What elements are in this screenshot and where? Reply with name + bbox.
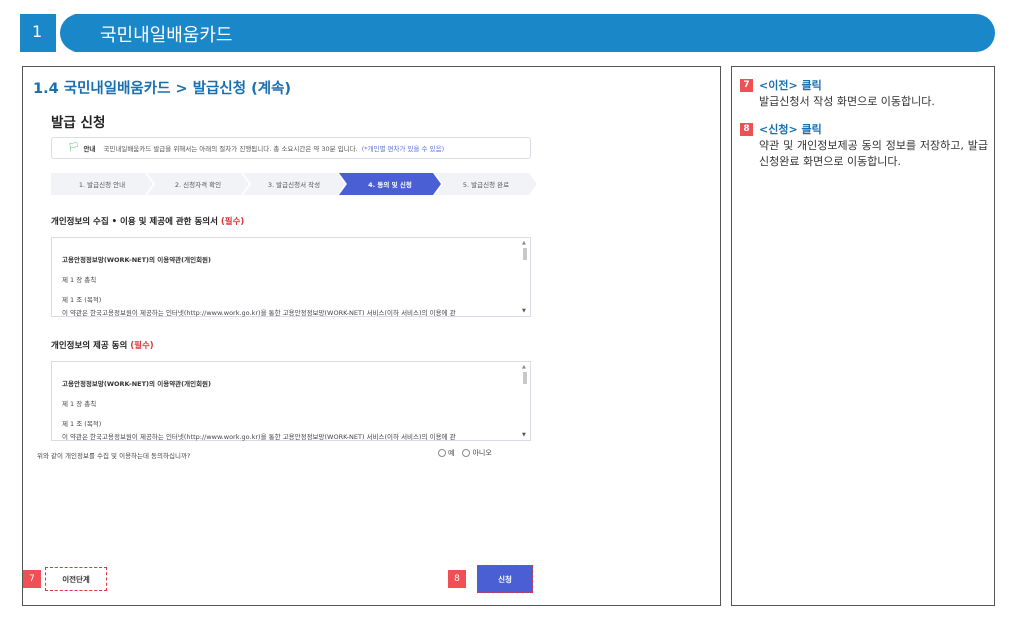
terms-box-1[interactable]: 고용안정정보망(WORK-NET)의 이용약관(개인회원) 제 1 장 총칙 제… (51, 237, 531, 317)
terms-line: 이 약관은 한국고용정보원이 제공하는 인터넷(http://www.work.… (62, 309, 456, 317)
chapter-title: 국민내일배움카드 (100, 25, 233, 46)
radio-circle[interactable] (438, 449, 446, 457)
agree-yes-radio[interactable]: 예 (438, 448, 454, 458)
radio-circle[interactable] (462, 449, 471, 457)
terms-title: 고용안정정보망(WORK-NET)의 이용약관(개인회원) (62, 380, 212, 388)
consent1-heading-text: 개인정보의 수집 • 이용 및 제공에 관한 동의서 (51, 217, 218, 227)
step-progress: 1. 발급신청 안내 2. 신청자격 확인 3. 발급신청서 작성 4. 동의 … (51, 173, 531, 195)
terms-line: 제 1 조 (목적) (62, 420, 102, 428)
chapter-tab: 1 (20, 14, 90, 52)
required-badge: (필수) (220, 217, 245, 227)
submit-button[interactable]: 신청 (477, 565, 533, 593)
scroll-down-icon[interactable]: ▼ (522, 432, 526, 438)
step-4: 4. 동의 및 신청 (339, 173, 441, 195)
instruction-item-8: 8 <신청> 클릭 약관 및 개인정보제공 동의 정보를 저장하고, 발급신청완… (740, 121, 988, 170)
main-panel: 1.4 국민내일배움카드 > 발급신청 (계속) 발급 신청 🏳 안내 국민내일… (22, 66, 721, 606)
step-2: 2. 신청자격 확인 (147, 173, 249, 195)
scroll-down-icon[interactable]: ▼ (522, 308, 526, 314)
agree-yes-label: 예 (448, 449, 455, 457)
flag-icon: 🏳 (68, 143, 80, 153)
scrollbar[interactable]: ▲ ▼ (522, 364, 528, 438)
consent2-heading-text: 개인정보의 제공 동의 (51, 341, 128, 351)
terms-line: 제 1 조 (목적) (62, 296, 102, 304)
instruction-title: <신청> 클릭 (759, 123, 822, 136)
instruction-panel: 7 <이전> 클릭 발급신청서 작성 화면으로 이동합니다. 8 <신청> 클릭… (731, 66, 995, 606)
chapter-number: 1 (32, 22, 43, 41)
required-badge: (필수) (130, 341, 154, 351)
section-title: 1.4 국민내일배움카드 > 발급신청 (계속) (33, 81, 292, 97)
agree-question: 위와 같이 개인정보를 수집 및 이용하는데 동의하십니까? (37, 452, 191, 460)
agree-no-label: 아니오 (472, 449, 492, 457)
notice-note: (*개인별 편차가 있을 수 있음) (361, 145, 445, 153)
scroll-up-icon[interactable]: ▲ (522, 364, 526, 370)
prev-step-button[interactable]: 이전단계 (45, 567, 107, 591)
page-title: 발급 신청 (51, 115, 106, 131)
header-banner: 1 국민내일배움카드 (20, 14, 995, 52)
scroll-thumb[interactable] (523, 372, 527, 384)
terms-line: 제 1 장 총칙 (62, 276, 97, 284)
terms-box-2[interactable]: 고용안정정보망(WORK-NET)의 이용약관(개인회원) 제 1 장 총칙 제… (51, 361, 531, 441)
instruction-item-7: 7 <이전> 클릭 발급신청서 작성 화면으로 이동합니다. (740, 77, 988, 110)
consent1-heading: 개인정보의 수집 • 이용 및 제공에 관한 동의서 (필수) (51, 215, 244, 227)
scroll-thumb[interactable] (523, 248, 527, 260)
instruction-title: <이전> 클릭 (759, 79, 822, 92)
scrollbar[interactable]: ▲ ▼ (522, 240, 528, 314)
step-number-badge: 7 (740, 78, 753, 92)
notice-text: 국민내일배움카드 발급을 위해서는 아래의 절차가 진행됩니다. 총 소요시간은… (103, 145, 358, 153)
agree-options: 예 아니오 (438, 448, 492, 458)
notice-bar: 🏳 안내 국민내일배움카드 발급을 위해서는 아래의 절차가 진행됩니다. 총 … (51, 137, 531, 159)
terms-line: 제 1 장 총칙 (62, 400, 97, 408)
marker-prev: 7 (23, 570, 41, 588)
marker-submit: 8 (448, 570, 466, 588)
consent2-heading: 개인정보의 제공 동의 (필수) (51, 339, 154, 351)
notice-label: 안내 (83, 145, 96, 153)
instruction-body: 약관 및 개인정보제공 동의 정보를 저장하고, 발급신청완료 화면으로 이동합… (759, 139, 988, 168)
step-3: 3. 발급신청서 작성 (243, 173, 345, 195)
terms-line: 이 약관은 한국고용정보원이 제공하는 인터넷(http://www.work.… (62, 433, 456, 441)
step-number-badge: 8 (740, 122, 753, 136)
instruction-body: 발급신청서 작성 화면으로 이동합니다. (759, 95, 935, 108)
step-5: 5. 발급신청 완료 (435, 173, 537, 195)
terms-title: 고용안정정보망(WORK-NET)의 이용약관(개인회원) (62, 256, 212, 264)
agree-no-radio[interactable]: 아니오 (462, 448, 492, 458)
step-1: 1. 발급신청 안내 (51, 173, 153, 195)
scroll-up-icon[interactable]: ▲ (522, 240, 526, 246)
